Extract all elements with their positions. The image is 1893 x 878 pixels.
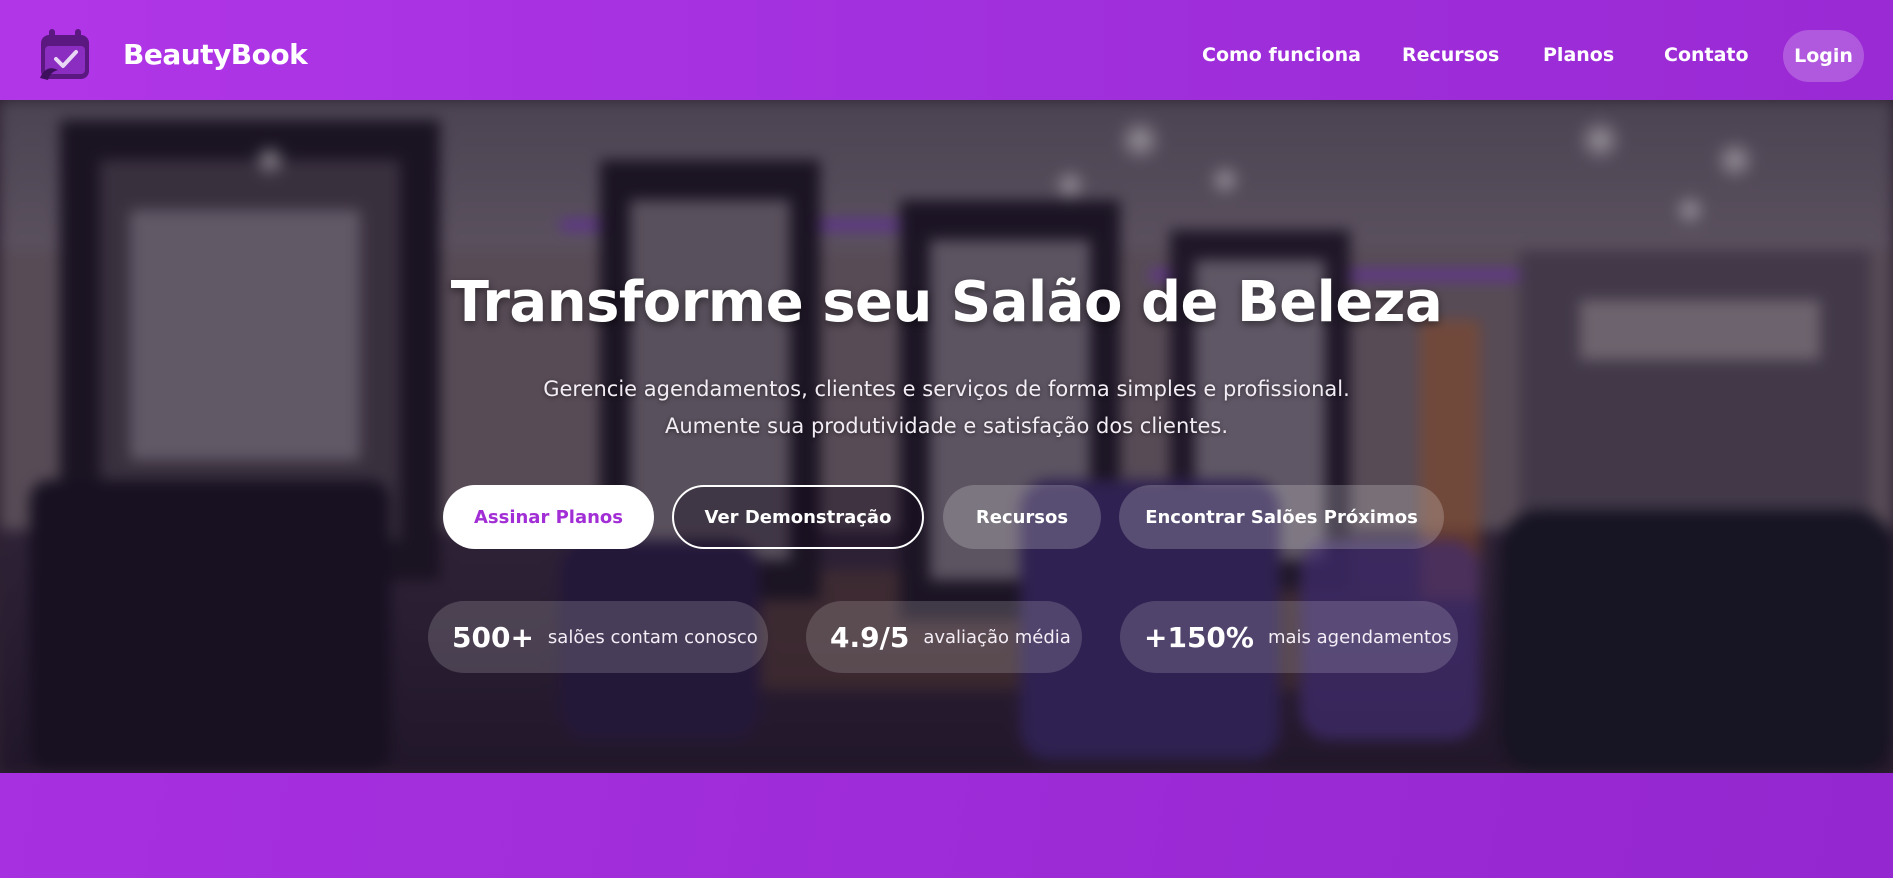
ver-demonstracao-button[interactable]: Ver Demonstração xyxy=(672,485,924,549)
stat-saloes: 500+ salões contam conosco xyxy=(428,601,768,673)
hero-subtitle-line2: Aumente sua produtividade e satisfação d… xyxy=(664,414,1229,438)
stat-agendamentos: +150% mais agendamentos xyxy=(1120,601,1458,673)
stat-value: +150% xyxy=(1144,620,1254,654)
nav-planos[interactable]: Planos xyxy=(1543,44,1614,66)
hero-title: Transforme seu Salão de Beleza xyxy=(450,270,1443,335)
stat-label: avaliação média xyxy=(923,626,1071,648)
stat-label: salões contam conosco xyxy=(547,626,758,648)
recursos-button[interactable]: Recursos xyxy=(943,485,1101,549)
next-section-band xyxy=(0,773,1893,878)
assinar-planos-button[interactable]: Assinar Planos xyxy=(443,485,654,549)
stat-avaliacao: 4.9/5 avaliação média xyxy=(806,601,1082,673)
nav-recursos[interactable]: Recursos xyxy=(1402,44,1499,66)
nav-contato[interactable]: Contato xyxy=(1664,44,1749,66)
top-navbar: BeautyBook Como funciona Recursos Planos… xyxy=(0,0,1893,100)
encontrar-saloes-button[interactable]: Encontrar Salões Próximos xyxy=(1119,485,1444,549)
stat-label: mais agendamentos xyxy=(1267,626,1452,648)
stat-value: 500+ xyxy=(452,620,534,654)
nav-como-funciona[interactable]: Como funciona xyxy=(1202,44,1361,66)
landing-page: BeautyBook Como funciona Recursos Planos… xyxy=(0,0,1893,878)
stat-value: 4.9/5 xyxy=(830,620,910,654)
hero-section: Transforme seu Salão de Beleza Gerencie … xyxy=(0,100,1893,773)
calendar-check-icon[interactable] xyxy=(38,26,94,82)
login-button[interactable]: Login xyxy=(1783,30,1864,82)
brand-name[interactable]: BeautyBook xyxy=(123,38,308,71)
hero-subtitle-line1: Gerencie agendamentos, clientes e serviç… xyxy=(543,377,1350,401)
